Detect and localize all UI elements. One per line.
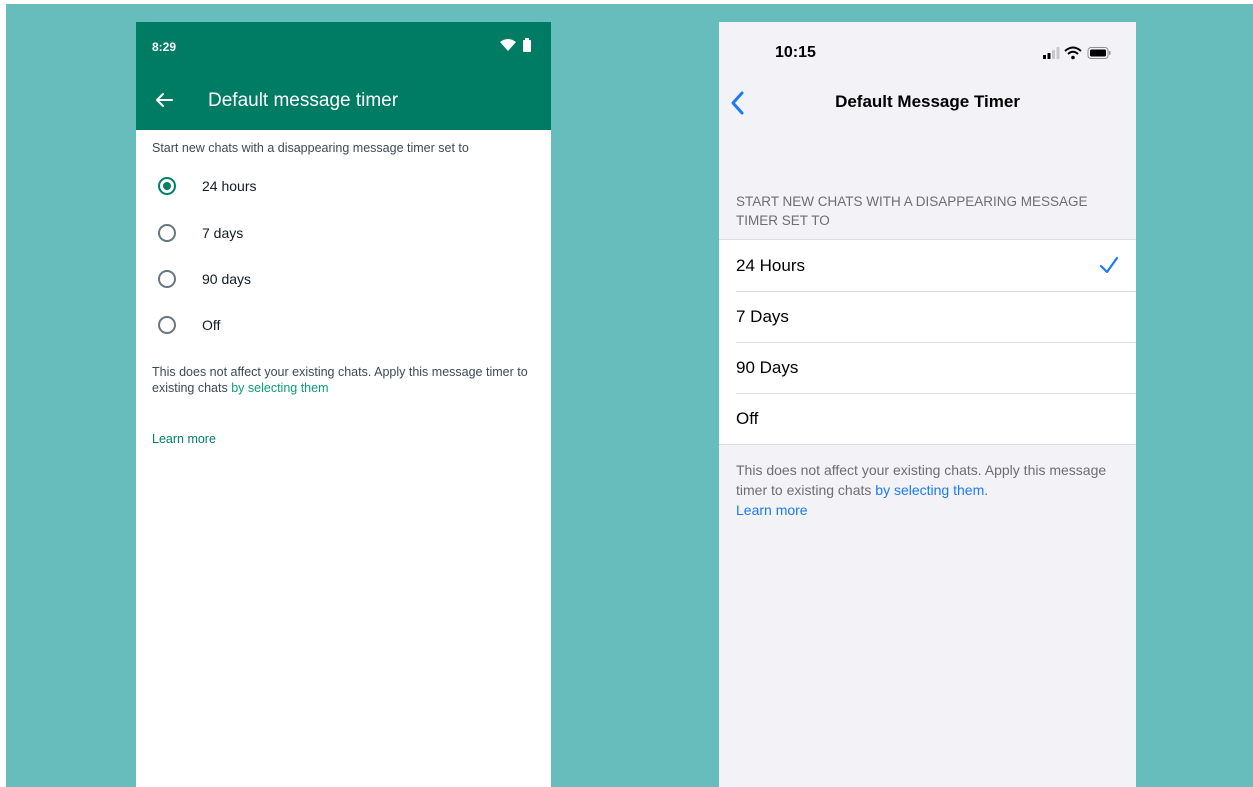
option-label: 90 days [202,271,252,287]
option-label: 7 Days [736,307,789,326]
radio-selected-icon[interactable] [158,177,176,195]
android-subtitle: Start new chats with a disappearing mess… [152,141,469,155]
android-status-time: 8:29 [152,40,177,54]
option-24-hours[interactable]: 24 hours [136,166,551,210]
section-header: START NEW CHATS WITH A DISAPPEARING MESS… [736,194,1088,228]
radio-unselected-icon[interactable] [158,316,176,334]
wifi-icon [500,39,516,51]
android-screen: 8:29 Default message timer Start new cha… [136,22,551,787]
option-label: 24 Hours [736,256,805,275]
radio-unselected-icon[interactable] [158,270,176,288]
info-note-text: This does not affect your existing chats… [152,365,528,395]
learn-more-link[interactable]: Learn more [152,432,216,446]
select-chats-link[interactable]: by selecting them [875,482,984,498]
select-chats-link[interactable]: by selecting them [231,381,328,395]
back-button[interactable] [150,86,178,114]
option-7-days[interactable]: 7 Days [719,291,1136,342]
footer-period: . [984,482,989,498]
option-label: Off [736,409,759,428]
page-title: Default message timer [208,90,399,111]
option-off[interactable]: Off [136,305,551,349]
ios-status-icons [1043,46,1113,60]
option-off[interactable]: Off [719,393,1136,444]
ios-screen: 10:15 Default Message Timer START NEW CH… [719,22,1136,787]
checkmark-icon [1099,256,1119,274]
option-label: 90 Days [736,358,799,377]
timer-options-list: 24 Hours 7 Days 90 Days Off [719,239,1136,445]
wifi-icon [1064,46,1082,60]
battery-icon [1087,47,1111,59]
page-title: Default Message Timer [835,92,1020,111]
option-label: Off [202,317,221,333]
android-app-bar: 8:29 Default message timer [136,22,551,130]
signal-icon [1043,47,1060,59]
battery-icon [523,38,531,52]
option-90-days[interactable]: 90 days [136,259,551,303]
option-24-hours[interactable]: 24 Hours [719,240,1136,291]
radio-unselected-icon[interactable] [158,224,176,242]
ios-status-time: 10:15 [775,44,816,61]
ios-info-footer: This does not affect your existing chats… [736,460,1116,520]
android-info-note: This does not affect your existing chats… [152,364,542,396]
learn-more-link[interactable]: Learn more [736,502,808,518]
arrow-left-icon [156,93,173,107]
option-90-days[interactable]: 90 Days [719,342,1136,393]
option-label: 24 hours [202,178,257,194]
android-status-icons [499,38,535,52]
option-label: 7 days [202,225,244,241]
option-7-days[interactable]: 7 days [136,213,551,257]
